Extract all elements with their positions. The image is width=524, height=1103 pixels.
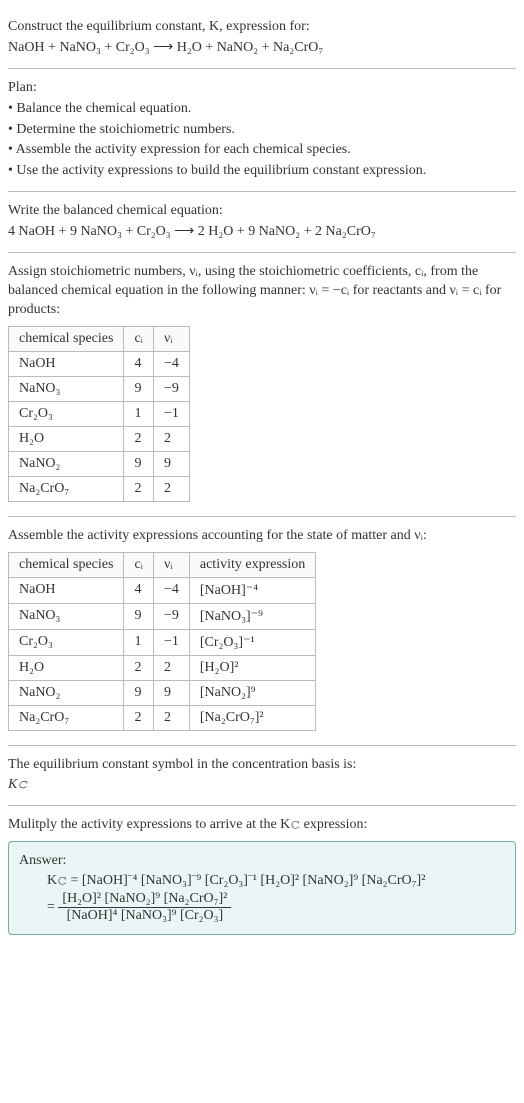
cell-activity: [NaNO₂]⁹: [189, 680, 315, 705]
multiply-title: Mulitply the activity expressions to arr…: [8, 816, 516, 835]
multiply-section: Mulitply the activity expressions to arr…: [8, 806, 516, 943]
plan-item: • Use the activity expressions to build …: [8, 162, 516, 181]
cell-species: NaNO₃: [9, 603, 124, 629]
table-row: NaNO₃9−9: [9, 376, 190, 401]
table-row: Cr₂O₃1−1[Cr₂O₃]⁻¹: [9, 629, 316, 655]
answer-line2: = [H₂O]² [NaNO₂]⁹ [Na₂CrO₇]² [NaOH]⁴ [Na…: [47, 891, 505, 924]
activity-section: Assemble the activity expressions accoun…: [8, 517, 516, 746]
intro-equation: NaOH + NaNO₃ + Cr₂O₃ ⟶ H₂O + NaNO₂ + Na₂…: [8, 39, 516, 58]
cell-vi: −4: [153, 577, 189, 603]
intro-line: Construct the equilibrium constant, K, e…: [8, 18, 516, 37]
cell-activity: [NaOH]⁻⁴: [189, 577, 315, 603]
cell-species: Cr₂O₃: [9, 401, 124, 426]
plan-item: • Balance the chemical equation.: [8, 100, 516, 119]
cell-ci: 2: [124, 426, 154, 451]
cell-ci: 2: [124, 655, 154, 680]
fraction: [H₂O]² [NaNO₂]⁹ [Na₂CrO₇]² [NaOH]⁴ [NaNO…: [58, 891, 231, 924]
cell-vi: 2: [153, 426, 189, 451]
cell-activity: [Cr₂O₃]⁻¹: [189, 629, 315, 655]
cell-species: Cr₂O₃: [9, 629, 124, 655]
cell-species: NaNO₂: [9, 451, 124, 476]
table-row: Na₂CrO₇22: [9, 476, 190, 501]
cell-ci: 9: [124, 680, 154, 705]
cell-activity: [Na₂CrO₇]²: [189, 705, 315, 730]
cell-vi: 9: [153, 680, 189, 705]
col-vi: νᵢ: [153, 326, 189, 351]
cell-species: H₂O: [9, 655, 124, 680]
cell-ci: 9: [124, 451, 154, 476]
col-activity: activity expression: [189, 552, 315, 577]
answer-line1: K𝚌 = [NaOH]⁻⁴ [NaNO₃]⁻⁹ [Cr₂O₃]⁻¹ [H₂O]²…: [47, 873, 505, 889]
col-species: chemical species: [9, 552, 124, 577]
activity-title: Assemble the activity expressions accoun…: [8, 527, 516, 546]
col-ci: cᵢ: [124, 552, 154, 577]
cell-species: NaOH: [9, 351, 124, 376]
answer-body: K𝚌 = [NaOH]⁻⁴ [NaNO₃]⁻⁹ [Cr₂O₃]⁻¹ [H₂O]²…: [47, 873, 505, 924]
table-header-row: chemical species cᵢ νᵢ: [9, 326, 190, 351]
symbol-line1: The equilibrium constant symbol in the c…: [8, 756, 516, 775]
intro-section: Construct the equilibrium constant, K, e…: [8, 8, 516, 69]
cell-vi: 2: [153, 705, 189, 730]
cell-ci: 4: [124, 351, 154, 376]
cell-vi: −9: [153, 603, 189, 629]
cell-ci: 4: [124, 577, 154, 603]
cell-species: NaNO₃: [9, 376, 124, 401]
plan-item: • Determine the stoichiometric numbers.: [8, 121, 516, 140]
stoich-table: chemical species cᵢ νᵢ NaOH4−4 NaNO₃9−9 …: [8, 326, 190, 502]
assign-text: Assign stoichiometric numbers, νᵢ, using…: [8, 263, 516, 320]
cell-ci: 9: [124, 603, 154, 629]
cell-ci: 2: [124, 705, 154, 730]
table-row: Cr₂O₃1−1: [9, 401, 190, 426]
answer-label: Answer:: [19, 852, 505, 871]
cell-vi: −9: [153, 376, 189, 401]
cell-vi: −1: [153, 629, 189, 655]
table-row: H₂O22: [9, 426, 190, 451]
cell-vi: 2: [153, 655, 189, 680]
activity-table: chemical species cᵢ νᵢ activity expressi…: [8, 552, 316, 731]
symbol-line2: K𝚌: [8, 776, 516, 795]
cell-vi: −4: [153, 351, 189, 376]
eq-prefix: =: [47, 900, 58, 915]
plan-section: Plan: • Balance the chemical equation. •…: [8, 69, 516, 192]
assign-section: Assign stoichiometric numbers, νᵢ, using…: [8, 253, 516, 517]
table-row: NaNO₂99[NaNO₂]⁹: [9, 680, 316, 705]
balanced-title: Write the balanced chemical equation:: [8, 202, 516, 221]
col-species: chemical species: [9, 326, 124, 351]
answer-box: Answer: K𝚌 = [NaOH]⁻⁴ [NaNO₃]⁻⁹ [Cr₂O₃]⁻…: [8, 841, 516, 935]
fraction-numerator: [H₂O]² [NaNO₂]⁹ [Na₂CrO₇]²: [58, 891, 231, 908]
cell-species: Na₂CrO₇: [9, 476, 124, 501]
cell-species: NaNO₂: [9, 680, 124, 705]
cell-species: Na₂CrO₇: [9, 705, 124, 730]
balanced-equation: 4 NaOH + 9 NaNO₃ + Cr₂O₃ ⟶ 2 H₂O + 9 NaN…: [8, 223, 516, 242]
table-row: NaOH4−4[NaOH]⁻⁴: [9, 577, 316, 603]
col-ci: cᵢ: [124, 326, 154, 351]
table-row: Na₂CrO₇22[Na₂CrO₇]²: [9, 705, 316, 730]
symbol-section: The equilibrium constant symbol in the c…: [8, 746, 516, 807]
table-row: NaOH4−4: [9, 351, 190, 376]
cell-activity: [NaNO₃]⁻⁹: [189, 603, 315, 629]
cell-activity: [H₂O]²: [189, 655, 315, 680]
plan-title: Plan:: [8, 79, 516, 98]
cell-vi: −1: [153, 401, 189, 426]
cell-species: NaOH: [9, 577, 124, 603]
table-row: NaNO₃9−9[NaNO₃]⁻⁹: [9, 603, 316, 629]
kc-symbol: K𝚌: [8, 777, 27, 792]
cell-species: H₂O: [9, 426, 124, 451]
cell-ci: 1: [124, 401, 154, 426]
cell-vi: 2: [153, 476, 189, 501]
table-header-row: chemical species cᵢ νᵢ activity expressi…: [9, 552, 316, 577]
cell-vi: 9: [153, 451, 189, 476]
cell-ci: 1: [124, 629, 154, 655]
balanced-section: Write the balanced chemical equation: 4 …: [8, 192, 516, 253]
table-row: NaNO₂99: [9, 451, 190, 476]
cell-ci: 2: [124, 476, 154, 501]
cell-ci: 9: [124, 376, 154, 401]
fraction-denominator: [NaOH]⁴ [NaNO₃]⁹ [Cr₂O₃]: [58, 908, 231, 924]
plan-item: • Assemble the activity expression for e…: [8, 141, 516, 160]
table-row: H₂O22[H₂O]²: [9, 655, 316, 680]
col-vi: νᵢ: [153, 552, 189, 577]
